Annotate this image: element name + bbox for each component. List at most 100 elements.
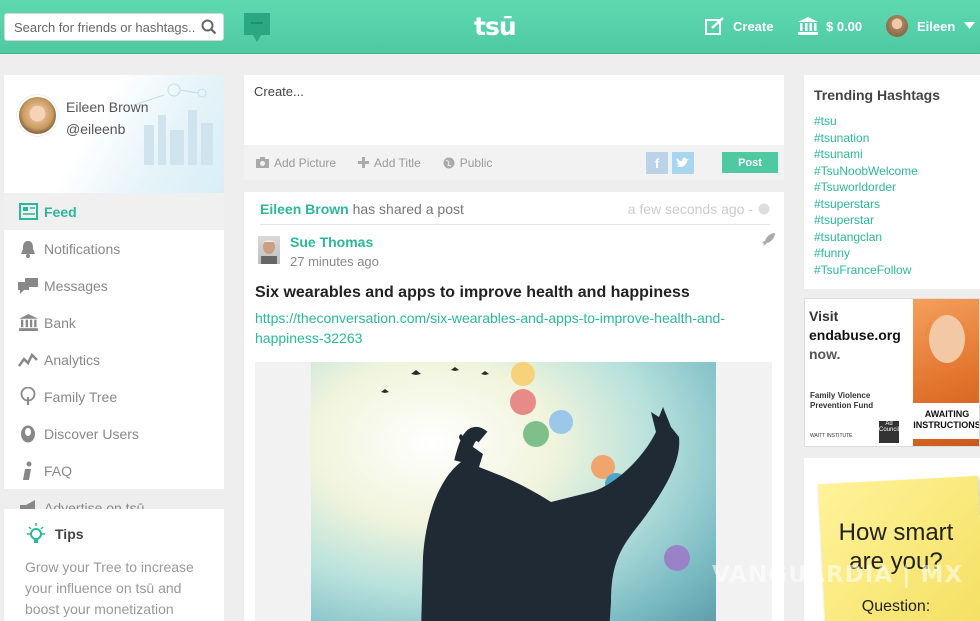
author-avatar[interactable] — [258, 236, 280, 264]
user-name: Eileen — [917, 18, 956, 34]
ad-council-badge: Ad Council — [879, 421, 899, 443]
tree-icon — [18, 387, 38, 407]
bank-balance-button[interactable]: $ 0.00 — [798, 17, 862, 35]
author-name[interactable]: Sue Thomas — [290, 234, 373, 250]
sidebar-item-label: FAQ — [44, 462, 73, 479]
ad-photo: AWAITING INSTRUCTIONS — [913, 299, 979, 446]
profile-name[interactable]: Eileen Brown — [66, 99, 149, 115]
lightbulb-icon — [27, 523, 45, 543]
search-input[interactable] — [5, 14, 195, 40]
create-button[interactable]: Create — [705, 17, 773, 35]
sidebar-item-label: Discover Users — [44, 425, 139, 442]
feed-post: Eileen Brown has shared a post a few sec… — [244, 192, 784, 621]
avatar — [886, 15, 908, 37]
sidebar-item-discover-users[interactable]: Discover Users — [4, 415, 224, 452]
how-smart-ad[interactable]: How smart are you? Question: — [804, 458, 980, 621]
search-box[interactable] — [4, 13, 224, 41]
feed-icon — [18, 202, 38, 222]
trending-title: Trending Hashtags — [814, 87, 941, 103]
sidebar-item-messages[interactable]: Messages — [4, 267, 224, 304]
endabuse-ad[interactable]: Visit endabuse.org now. Family Violence … — [804, 298, 980, 447]
ad-question: Question: — [861, 598, 931, 615]
sidebar-item-label: Feed — [44, 203, 77, 220]
ad-org-name: WAITT INSTITUTE — [810, 433, 853, 439]
compose-input[interactable] — [244, 75, 784, 145]
create-label: Create — [733, 18, 774, 34]
sidebar-item-notifications[interactable]: Notifications — [4, 230, 224, 267]
visibility-label: Public — [459, 155, 493, 170]
share-header: Eileen Brown has shared a post a few sec… — [260, 201, 770, 225]
profile-panel: Eileen Brown @eileenb Feed Notifications… — [4, 75, 224, 516]
hashtag-link[interactable]: #funny — [814, 245, 970, 262]
search-icon[interactable] — [201, 19, 217, 35]
sidebar-item-bank[interactable]: Bank — [4, 304, 224, 341]
sidebar-item-label: Notifications — [44, 240, 121, 257]
compose-toolbar: Add Picture Add Title Public f Post — [244, 145, 784, 180]
user-menu[interactable]: Eileen — [886, 15, 976, 37]
share-text: has shared a post — [352, 201, 464, 217]
twitter-share-icon[interactable] — [672, 152, 694, 174]
sidebar-item-family-tree[interactable]: Family Tree — [4, 378, 224, 415]
ad-line-visit: Visit — [809, 308, 839, 324]
hashtag-link[interactable]: #Tsuworldorder — [814, 179, 970, 196]
facebook-share-icon[interactable]: f — [646, 152, 668, 174]
ad-line-site: endabuse.org — [809, 327, 901, 343]
watermark: VANGUARDIA | MX — [712, 562, 964, 588]
tsu-logo[interactable]: tsū — [474, 12, 517, 41]
edit-icon — [705, 17, 724, 35]
tips-heading: Tips — [25, 523, 203, 545]
tips-title: Tips — [55, 526, 84, 542]
ad-sign: AWAITING INSTRUCTIONS — [913, 403, 979, 439]
hashtag-link[interactable]: #TsuNoobWelcome — [814, 163, 970, 180]
post-image[interactable] — [311, 362, 716, 621]
trending-panel: Trending Hashtags #tsu #tsunation #tsuna… — [804, 75, 980, 289]
camera-icon — [256, 157, 269, 168]
balance-label: $ 0.00 — [826, 18, 863, 34]
globe-icon — [443, 157, 455, 168]
post-timestamp: 27 minutes ago — [290, 254, 379, 269]
chevron-down-icon[interactable] — [964, 22, 976, 30]
chat-icon[interactable] — [244, 13, 270, 43]
sidebar-item-label: Family Tree — [44, 388, 118, 405]
post-title: Six wearables and apps to improve health… — [255, 284, 690, 301]
visibility-button[interactable]: Public — [443, 155, 493, 170]
profile-avatar[interactable] — [17, 95, 58, 136]
plus-icon — [358, 157, 370, 168]
bank-icon — [798, 17, 818, 35]
compose-box: Add Picture Add Title Public f Post — [244, 75, 784, 180]
tips-panel: Tips Grow your Tree to increase your inf… — [4, 509, 224, 621]
top-bar: tsū Create $ 0.00 Eileen — [0, 0, 980, 54]
globe-icon — [758, 203, 770, 215]
add-picture-label: Add Picture — [274, 155, 337, 170]
add-title-button[interactable]: Add Title — [358, 156, 421, 170]
info-icon — [18, 461, 38, 481]
hashtag-link[interactable]: #tsuperstars — [814, 196, 970, 213]
hashtag-link[interactable]: #tsunami — [814, 146, 970, 163]
post-button[interactable]: Post — [722, 152, 778, 173]
sharer-name[interactable]: Eileen Brown — [260, 201, 349, 217]
messages-icon — [18, 276, 38, 296]
add-picture-button[interactable]: Add Picture — [256, 156, 336, 170]
profile-header: Eileen Brown @eileenb — [4, 75, 224, 193]
sidebar-item-analytics[interactable]: Analytics — [4, 341, 224, 378]
rocket-icon[interactable] — [762, 232, 776, 246]
hashtag-link[interactable]: #tsutangclan — [814, 229, 970, 246]
sidebar-item-label: Messages — [44, 277, 108, 294]
tips-body: Grow your Tree to increase your influenc… — [25, 559, 194, 617]
sidebar-item-faq[interactable]: FAQ — [4, 452, 224, 489]
cityscape-graphic — [133, 83, 213, 165]
ad-line-now: now. — [809, 346, 841, 362]
hashtag-link[interactable]: #tsunation — [814, 130, 970, 147]
sidebar-item-feed[interactable]: Feed — [4, 193, 224, 230]
post-image-container — [255, 362, 772, 621]
add-title-label: Add Title — [374, 155, 421, 170]
hashtag-link[interactable]: #tsuperstar — [814, 212, 970, 229]
user-icon — [18, 424, 38, 444]
hashtag-link[interactable]: #TsuFranceFollow — [814, 262, 970, 279]
sidebar-item-label: Analytics — [44, 351, 101, 368]
hashtag-link[interactable]: #tsu — [814, 113, 970, 130]
bell-icon — [18, 239, 38, 259]
share-timestamp: a few seconds ago - — [628, 201, 770, 217]
profile-handle: @eileenb — [66, 121, 126, 137]
post-link[interactable]: https://theconversation.com/six-wearable… — [255, 308, 765, 348]
